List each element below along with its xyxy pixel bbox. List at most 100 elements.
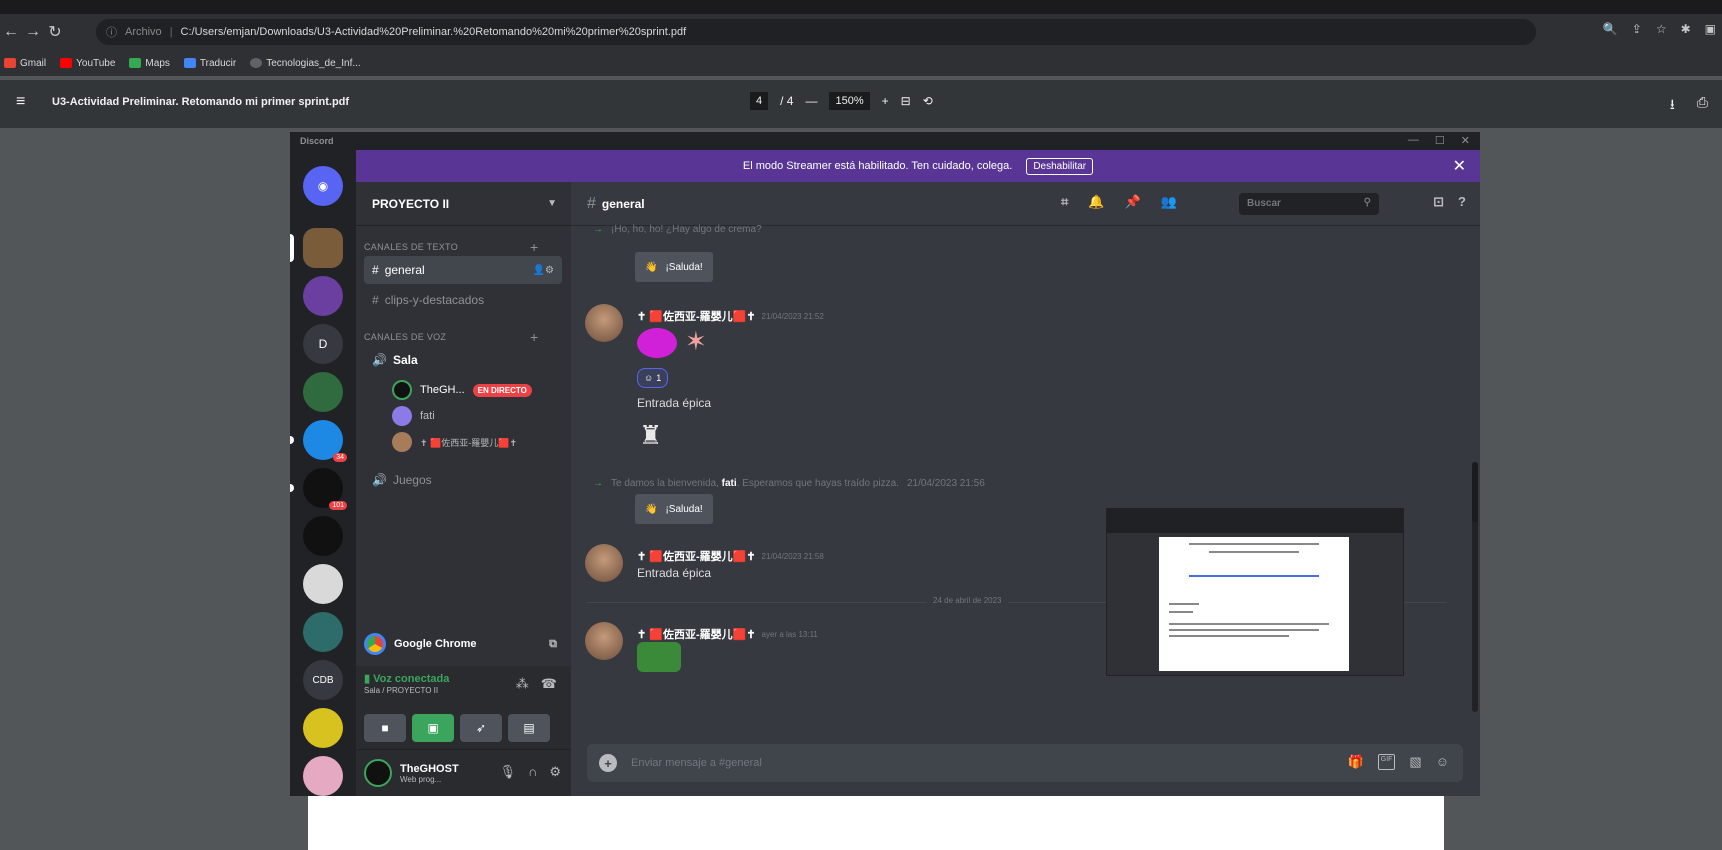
voice-user[interactable]: TheGH... EN DIRECTO: [392, 380, 532, 400]
server-icon[interactable]: [303, 276, 343, 316]
sidepanel-icon[interactable]: ▣: [1705, 22, 1716, 36]
voice-channel-juegos[interactable]: 🔊 Juegos: [364, 466, 562, 494]
zoom-out-button[interactable]: —: [805, 94, 817, 108]
avatar[interactable]: [364, 759, 392, 787]
bookmark-maps[interactable]: Maps: [129, 58, 170, 69]
server-icon[interactable]: [303, 756, 343, 796]
headphones-icon[interactable]: ∩: [528, 764, 537, 780]
add-channel-icon[interactable]: +: [530, 239, 538, 255]
download-icon[interactable]: ⭳: [1670, 94, 1675, 118]
maximize-icon[interactable]: ☐: [1435, 134, 1445, 147]
forward-icon[interactable]: →: [22, 23, 44, 41]
back-icon[interactable]: ←: [0, 23, 22, 41]
share-icon[interactable]: ⇪: [1632, 22, 1642, 36]
message-author[interactable]: ✝ 🟥佐西亚-羅嬰儿🟥✝ 21/04/2023 21:58: [637, 548, 824, 564]
reload-icon[interactable]: ↻: [44, 22, 66, 42]
zoom-icon[interactable]: 🔍: [1603, 22, 1618, 36]
add-channel-icon[interactable]: +: [530, 329, 538, 345]
signal-icon: ▮: [364, 673, 374, 685]
server-icon[interactable]: D: [303, 324, 343, 364]
noise-suppression-icon[interactable]: ⁂: [516, 676, 529, 692]
bookmark-gmail[interactable]: Gmail: [4, 58, 46, 69]
soundboard-button[interactable]: ▤: [508, 714, 550, 742]
screen-share-button[interactable]: ▣: [412, 714, 454, 742]
inbox-icon[interactable]: ⊡: [1433, 194, 1444, 210]
voice-user[interactable]: ✝ 🟥佐西亚-羅嬰儿🟥✝: [392, 432, 517, 452]
server-icon[interactable]: 34: [303, 420, 347, 462]
message-author[interactable]: ✝ 🟥佐西亚-羅嬰儿🟥✝ ayer a las 13:11: [637, 626, 818, 642]
bookmark-star-icon[interactable]: ☆: [1656, 22, 1667, 36]
channel-general[interactable]: # general 👤⚙: [364, 256, 562, 284]
fit-page-icon[interactable]: ⊟: [901, 94, 911, 108]
rotate-icon[interactable]: ⟲: [923, 94, 933, 108]
avatar[interactable]: [585, 304, 623, 342]
threads-icon[interactable]: ⌗: [1061, 194, 1068, 210]
notification-bell-icon[interactable]: 🔔: [1088, 194, 1104, 210]
activity-row[interactable]: Google Chrome ⧉: [356, 626, 571, 662]
close-banner-icon[interactable]: ✕: [1453, 156, 1466, 176]
server-icon[interactable]: [303, 372, 343, 412]
category-label: CANALES DE TEXTO: [364, 242, 458, 252]
pin-icon[interactable]: 📌: [1125, 194, 1141, 210]
page-number-input[interactable]: 4: [750, 92, 769, 110]
disable-streamer-button[interactable]: Deshabilitar: [1026, 157, 1094, 175]
server-icon[interactable]: [303, 228, 343, 268]
voice-user[interactable]: fati: [392, 406, 435, 426]
bookmark-youtube[interactable]: YouTube: [60, 58, 115, 69]
reaction[interactable]: ☺ 1: [637, 368, 669, 388]
category-text[interactable]: CANALES DE TEXTO +: [364, 239, 538, 255]
wave-button[interactable]: 👋 ¡Saluda!: [635, 494, 713, 524]
voice-channel-sala[interactable]: 🔊 Sala: [364, 346, 562, 374]
bookmark-traducir[interactable]: Traducir: [183, 58, 236, 69]
minimize-icon[interactable]: —: [1408, 134, 1419, 147]
soundboard-icon: ▤: [523, 721, 535, 735]
user-status: Web prog...: [400, 774, 442, 784]
emoji-icon[interactable]: ☺: [1436, 754, 1449, 770]
activity-button[interactable]: ➶: [460, 714, 502, 742]
stream-preview[interactable]: [1106, 508, 1404, 676]
search-input[interactable]: Buscar ⚲: [1239, 193, 1379, 215]
scrollbar-thumb[interactable]: [1472, 462, 1478, 522]
close-window-icon[interactable]: ✕: [1461, 134, 1470, 147]
stream-icon[interactable]: ⧉: [549, 638, 557, 651]
print-icon[interactable]: ⎙: [1697, 94, 1708, 118]
avatar[interactable]: [585, 544, 623, 582]
server-icon[interactable]: [303, 564, 343, 604]
disconnect-icon[interactable]: ☎: [541, 676, 557, 692]
scrollbar[interactable]: [1472, 462, 1478, 712]
message-author[interactable]: ✝ 🟥佐西亚-羅嬰儿🟥✝ 21/04/2023 21:52: [637, 308, 824, 324]
member-list-icon[interactable]: 👥: [1161, 194, 1177, 210]
avatar[interactable]: [585, 622, 623, 660]
wave-button[interactable]: 👋 ¡Saluda!: [635, 252, 713, 282]
gif-icon[interactable]: GIF: [1377, 754, 1396, 770]
menu-icon[interactable]: ≡: [16, 93, 25, 111]
extensions-icon[interactable]: ✱: [1681, 22, 1691, 36]
sticker-icon[interactable]: ▧: [1409, 754, 1421, 770]
voice-location[interactable]: Sala / PROYECTO II: [364, 686, 438, 695]
help-icon[interactable]: ?: [1458, 194, 1466, 210]
mentioned-user[interactable]: fati: [722, 478, 737, 489]
zoom-input[interactable]: 150%: [829, 92, 870, 110]
invite-settings-icon[interactable]: 👤⚙: [533, 265, 554, 276]
system-message: → ¡Ho, ho, ho! ¿Hay algo de crema?: [593, 224, 762, 235]
microphone-icon[interactable]: 🎙: [499, 764, 516, 780]
attach-plus-icon[interactable]: +: [599, 754, 617, 772]
message-input[interactable]: Enviar mensaje a #general: [631, 757, 762, 769]
gift-icon[interactable]: 🎁: [1348, 754, 1364, 770]
guild-header[interactable]: PROYECTO II ▼: [356, 182, 571, 226]
settings-gear-icon[interactable]: ⚙: [549, 764, 561, 780]
server-icon[interactable]: 101: [303, 468, 347, 510]
zoom-in-button[interactable]: +: [882, 94, 889, 108]
channel-clips[interactable]: # clips-y-destacados: [364, 286, 562, 314]
server-icon[interactable]: [303, 612, 343, 652]
address-bar[interactable]: ⓘ Archivo | C:/Users/emjan/Downloads/U3-…: [96, 19, 1536, 45]
category-voice[interactable]: CANALES DE VOZ +: [364, 329, 538, 345]
server-icon[interactable]: CDB: [303, 660, 343, 700]
bookmark-tecnologias[interactable]: Tecnologias_de_Inf...: [250, 58, 361, 69]
server-icon[interactable]: [303, 708, 343, 748]
server-icon[interactable]: [303, 516, 343, 556]
user-info[interactable]: TheGHOST Web prog...: [400, 763, 459, 784]
home-button[interactable]: ◉: [303, 166, 343, 206]
url-separator: |: [169, 26, 173, 38]
camera-button[interactable]: ■: [364, 714, 406, 742]
